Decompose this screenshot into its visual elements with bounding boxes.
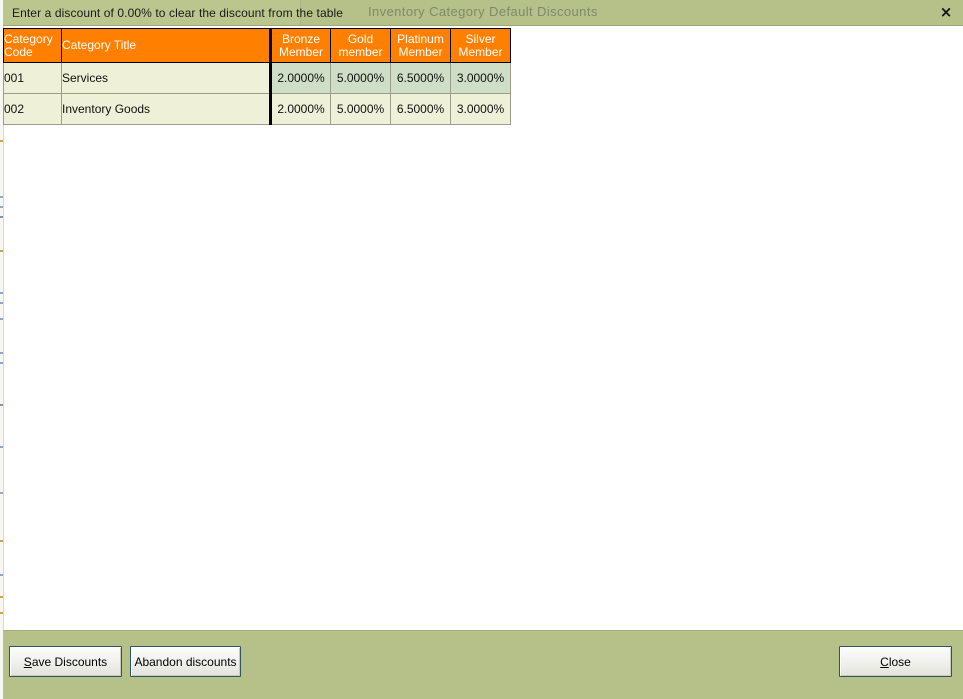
- close-button-label: lose: [889, 655, 911, 669]
- column-header-line2: member: [331, 46, 390, 59]
- abandon-discounts-button[interactable]: Abandon discounts: [130, 646, 241, 677]
- abandon-button-label: Abandon discounts: [134, 655, 236, 669]
- cell-platinum-discount[interactable]: 6.5000%: [391, 94, 451, 125]
- hint-panel: Enter a discount of 0.00% to clear the d…: [3, 0, 301, 25]
- cell-category-code[interactable]: 002: [4, 94, 62, 125]
- close-icon[interactable]: ×: [935, 2, 957, 22]
- close-button[interactable]: Close: [839, 646, 952, 677]
- discount-grid: Category Code Category Title Bronze Memb…: [3, 28, 510, 125]
- cell-bronze-discount[interactable]: 2.0000%: [271, 63, 331, 94]
- column-header-gold-member[interactable]: Gold member: [331, 29, 391, 63]
- hint-text: Enter a discount of 0.00% to clear the d…: [12, 6, 343, 20]
- table-row[interactable]: 002 Inventory Goods 2.0000% 5.0000% 6.50…: [4, 94, 511, 125]
- save-button-label: ave Discounts: [32, 655, 107, 669]
- column-header-line1: Platinum: [391, 33, 450, 46]
- column-header-line1: Silver: [451, 33, 510, 46]
- save-discounts-button[interactable]: Save Discounts: [9, 646, 122, 677]
- cell-silver-discount[interactable]: 3.0000%: [451, 63, 511, 94]
- cell-silver-discount[interactable]: 3.0000%: [451, 94, 511, 125]
- cell-category-title[interactable]: Services: [62, 63, 271, 94]
- table-header: Category Code Category Title Bronze Memb…: [4, 29, 511, 63]
- cell-gold-discount[interactable]: 5.0000%: [331, 94, 391, 125]
- cell-platinum-discount[interactable]: 6.5000%: [391, 63, 451, 94]
- column-header-line1: Gold: [331, 33, 390, 46]
- column-header-platinum-member[interactable]: Platinum Member: [391, 29, 451, 63]
- window-title-bar: Enter a discount of 0.00% to clear the d…: [3, 0, 963, 26]
- column-header-silver-member[interactable]: Silver Member: [451, 29, 511, 63]
- cell-category-title[interactable]: Inventory Goods: [62, 94, 271, 125]
- cell-bronze-discount[interactable]: 2.0000%: [271, 94, 331, 125]
- column-header-line1: Category: [4, 33, 61, 46]
- inventory-category-default-discounts-window: Enter a discount of 0.00% to clear the d…: [0, 0, 963, 699]
- save-button-accelerator: S: [24, 655, 32, 669]
- column-header-category-title[interactable]: Category Title: [62, 29, 271, 63]
- column-header-line1: Category Title: [62, 39, 269, 52]
- table-body: 001 Services 2.0000% 5.0000% 6.5000% 3.0…: [4, 63, 511, 125]
- column-header-line2: Member: [272, 46, 330, 59]
- cell-category-code[interactable]: 001: [4, 63, 62, 94]
- column-header-category-code[interactable]: Category Code: [4, 29, 62, 63]
- discount-table: Category Code Category Title Bronze Memb…: [3, 28, 511, 125]
- cell-gold-discount[interactable]: 5.0000%: [331, 63, 391, 94]
- column-header-line2: Member: [391, 46, 450, 59]
- page-title: Inventory Category Default Discounts: [368, 4, 708, 19]
- column-header-line2: Code: [4, 46, 61, 59]
- column-header-line1: Bronze: [272, 33, 330, 46]
- column-header-line2: Member: [451, 46, 510, 59]
- table-header-row: Category Code Category Title Bronze Memb…: [4, 29, 511, 63]
- column-header-bronze-member[interactable]: Bronze Member: [271, 29, 331, 63]
- table-row[interactable]: 001 Services 2.0000% 5.0000% 6.5000% 3.0…: [4, 63, 511, 94]
- close-button-accelerator: C: [880, 655, 889, 669]
